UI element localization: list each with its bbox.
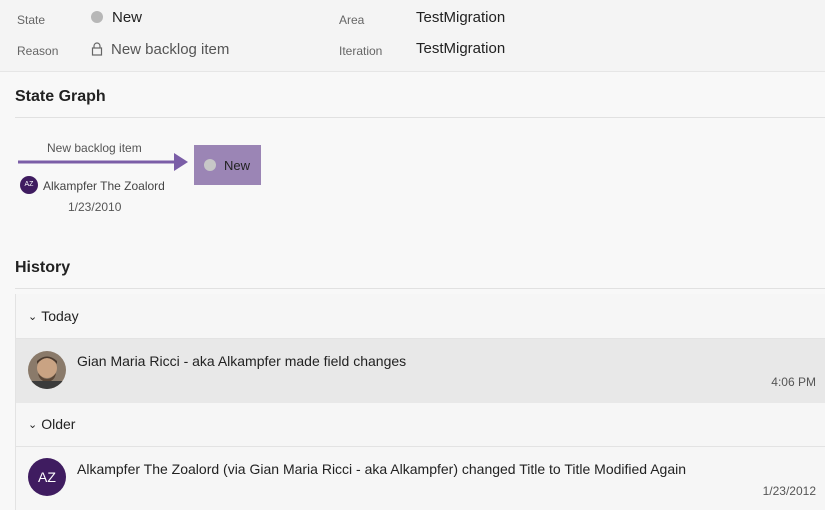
state-dot-icon	[204, 159, 216, 171]
history-divider	[15, 288, 825, 289]
group-label: Today	[41, 308, 79, 324]
history-list: ⌄ Today Gian Maria Ricci - aka Alkampfer …	[15, 294, 825, 510]
transition-date: 1/23/2010	[68, 200, 122, 214]
history-group-older[interactable]: ⌄ Older	[16, 416, 825, 432]
work-item-fields: State New Reason New backlog item Area T…	[0, 0, 825, 72]
avatar: AZ	[28, 458, 66, 496]
chevron-down-icon: ⌄	[28, 311, 38, 323]
state-dot-icon	[91, 11, 103, 23]
history-entry-text: Alkampfer The Zoalord (via Gian Maria Ri…	[77, 461, 687, 477]
area-field[interactable]: TestMigration	[416, 9, 505, 26]
transition-user: Alkampfer The Zoalord	[43, 179, 165, 193]
iteration-label: Iteration	[339, 44, 383, 58]
state-label: State	[17, 13, 46, 27]
reason-field[interactable]: New backlog item	[91, 41, 229, 60]
reason-label: Reason	[17, 44, 59, 58]
history-entry-time: 4:06 PM	[771, 375, 816, 389]
history-entry[interactable]: Gian Maria Ricci - aka Alkampfer made fi…	[16, 339, 825, 403]
avatar	[28, 351, 66, 389]
lock-icon	[91, 42, 103, 60]
history-entry-text: Gian Maria Ricci - aka Alkampfer made fi…	[77, 353, 407, 369]
state-graph-title: State Graph	[15, 88, 106, 105]
chevron-down-icon: ⌄	[28, 419, 38, 431]
state-field[interactable]: New	[91, 9, 142, 26]
state-node-label: New	[224, 158, 251, 173]
state-value: New	[112, 9, 143, 26]
group-label: Older	[41, 416, 76, 432]
history-entry[interactable]: AZ Alkampfer The Zoalord (via Gian Maria…	[16, 447, 825, 510]
history-group-today[interactable]: ⌄ Today	[16, 308, 825, 324]
avatar: AZ	[20, 176, 38, 194]
area-label: Area	[339, 13, 365, 27]
iteration-field[interactable]: TestMigration	[416, 40, 505, 57]
state-node-new[interactable]: New	[194, 145, 261, 185]
history-entry-time: 1/23/2012	[762, 484, 816, 498]
history-title: History	[15, 259, 71, 276]
transition-arrow-icon	[18, 153, 188, 171]
reason-value: New backlog item	[111, 41, 230, 58]
state-graph-divider	[15, 117, 825, 118]
